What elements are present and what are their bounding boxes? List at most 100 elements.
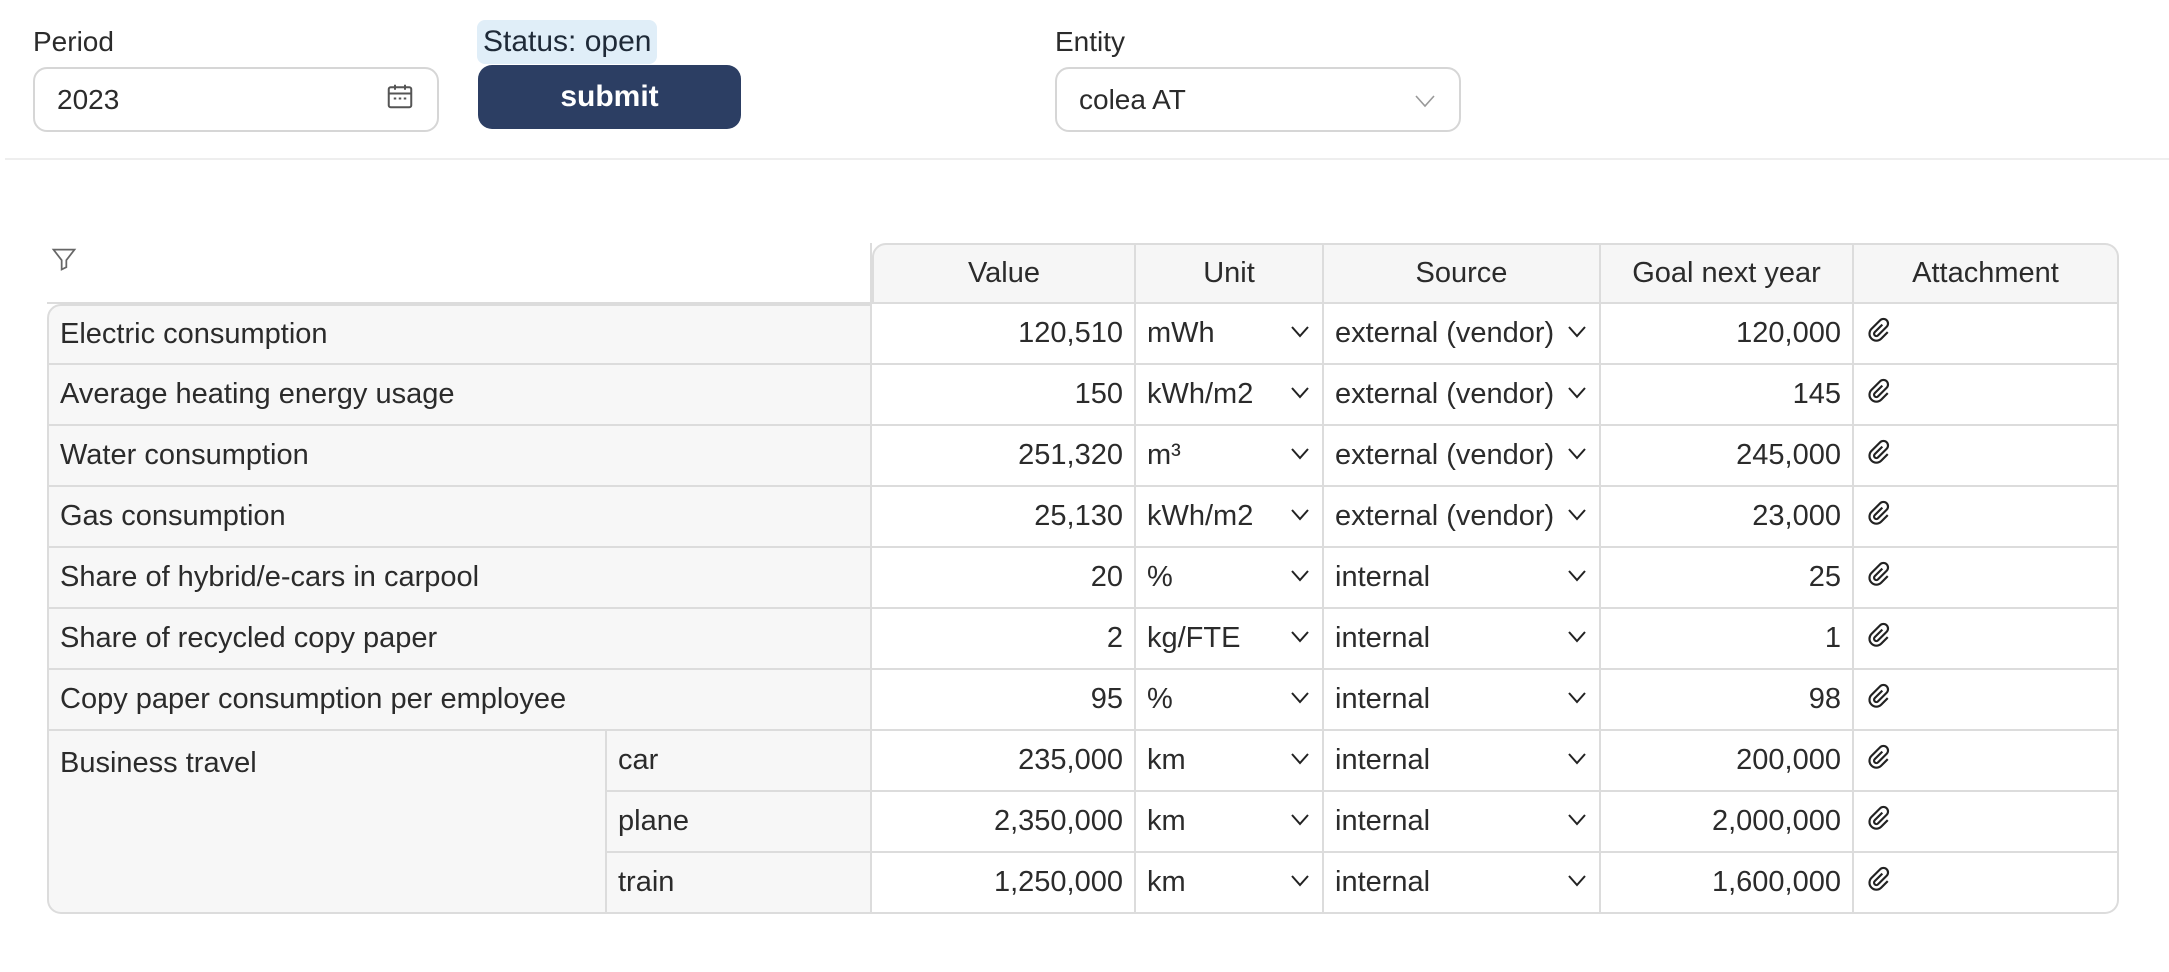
sub-row-name: train <box>607 853 872 914</box>
attachment-cell <box>1854 670 2119 731</box>
paperclip-icon[interactable] <box>1865 317 1891 351</box>
paperclip-icon[interactable] <box>1865 561 1891 595</box>
chevron-down-icon <box>1289 561 1311 594</box>
value-cell[interactable]: 235,000 <box>872 731 1136 792</box>
period-picker[interactable]: 2023 <box>33 67 439 132</box>
attachment-cell <box>1854 487 2119 548</box>
goal-cell[interactable]: 1,600,000 <box>1601 853 1854 914</box>
row-name: Electric consumption <box>47 304 872 365</box>
goal-cell[interactable]: 120,000 <box>1601 304 1854 365</box>
value-cell[interactable]: 2,350,000 <box>872 792 1136 853</box>
value-cell[interactable]: 2 <box>872 609 1136 670</box>
source-value: external (vendor) <box>1335 439 1555 471</box>
unit-value: mWh <box>1147 317 1215 349</box>
header-attachment: Attachment <box>1854 243 2119 304</box>
paperclip-icon[interactable] <box>1865 805 1891 839</box>
value-cell[interactable]: 25,130 <box>872 487 1136 548</box>
chevron-down-icon <box>1289 317 1311 350</box>
goal-cell[interactable]: 245,000 <box>1601 426 1854 487</box>
unit-value: % <box>1147 683 1173 715</box>
header-value: Value <box>872 243 1136 304</box>
unit-select[interactable]: kg/FTE <box>1136 609 1324 670</box>
source-select[interactable]: internal <box>1324 792 1601 853</box>
unit-select[interactable]: km <box>1136 792 1324 853</box>
unit-value: km <box>1147 744 1186 776</box>
filter-icon[interactable] <box>49 248 79 280</box>
value-cell[interactable]: 95 <box>872 670 1136 731</box>
chevron-down-icon <box>1289 622 1311 655</box>
value-cell[interactable]: 120,510 <box>872 304 1136 365</box>
table-row: Copy paper consumption per employee 95 %… <box>47 670 2119 731</box>
source-select[interactable]: internal <box>1324 853 1601 914</box>
attachment-cell <box>1854 548 2119 609</box>
entity-value: colea AT <box>1079 83 1186 115</box>
source-value: external (vendor) <box>1335 378 1555 410</box>
unit-select[interactable]: kWh/m2 <box>1136 487 1324 548</box>
unit-select[interactable]: mWh <box>1136 304 1324 365</box>
chevron-down-icon <box>1566 561 1588 594</box>
table-row: Water consumption 251,320 m³ external (v… <box>47 426 2119 487</box>
row-name: Average heating energy usage <box>47 365 872 426</box>
unit-value: % <box>1147 561 1173 593</box>
group-name: Business travel <box>47 731 607 914</box>
chevron-down-icon <box>1289 866 1311 899</box>
table-row: Electric consumption 120,510 mWh externa… <box>47 304 2119 365</box>
value-cell[interactable]: 251,320 <box>872 426 1136 487</box>
source-value: external (vendor) <box>1335 317 1555 349</box>
value-cell[interactable]: 150 <box>872 365 1136 426</box>
source-select[interactable]: internal <box>1324 670 1601 731</box>
entity-select[interactable]: colea AT <box>1055 67 1461 132</box>
table-row: Business travel car 235,000 km internal … <box>47 731 2119 914</box>
goal-cell[interactable]: 25 <box>1601 548 1854 609</box>
kpi-table: Value Unit Source Goal next year Attachm… <box>47 243 2119 914</box>
chevron-down-icon <box>1566 378 1588 411</box>
attachment-cell <box>1854 365 2119 426</box>
source-select[interactable]: external (vendor) <box>1324 426 1601 487</box>
submit-button[interactable]: submit <box>478 65 741 129</box>
calendar-icon[interactable] <box>385 81 415 118</box>
attachment-cell <box>1854 304 2119 365</box>
sub-row-name: plane <box>607 792 872 853</box>
paperclip-icon[interactable] <box>1865 683 1891 717</box>
unit-select[interactable]: km <box>1136 853 1324 914</box>
paperclip-icon[interactable] <box>1865 866 1891 900</box>
chevron-down-icon <box>1289 500 1311 533</box>
unit-value: km <box>1147 805 1186 837</box>
goal-cell[interactable]: 145 <box>1601 365 1854 426</box>
goal-cell[interactable]: 200,000 <box>1601 731 1854 792</box>
filter-cell <box>47 243 872 304</box>
paperclip-icon[interactable] <box>1865 500 1891 534</box>
goal-cell[interactable]: 98 <box>1601 670 1854 731</box>
source-select[interactable]: internal <box>1324 609 1601 670</box>
source-value: internal <box>1335 683 1431 715</box>
chevron-down-icon <box>1289 683 1311 716</box>
goal-cell[interactable]: 1 <box>1601 609 1854 670</box>
header-source: Source <box>1324 243 1601 304</box>
unit-select[interactable]: km <box>1136 731 1324 792</box>
source-select[interactable]: internal <box>1324 548 1601 609</box>
unit-value: m³ <box>1147 439 1181 471</box>
unit-select[interactable]: % <box>1136 670 1324 731</box>
chevron-down-icon <box>1566 866 1588 899</box>
goal-cell[interactable]: 2,000,000 <box>1601 792 1854 853</box>
source-select[interactable]: external (vendor) <box>1324 304 1601 365</box>
paperclip-icon[interactable] <box>1865 378 1891 412</box>
chevron-down-icon <box>1413 84 1437 116</box>
source-select[interactable]: external (vendor) <box>1324 365 1601 426</box>
attachment-cell <box>1854 853 2119 914</box>
paperclip-icon[interactable] <box>1865 622 1891 656</box>
source-select[interactable]: external (vendor) <box>1324 487 1601 548</box>
paperclip-icon[interactable] <box>1865 439 1891 473</box>
value-cell[interactable]: 1,250,000 <box>872 853 1136 914</box>
unit-select[interactable]: % <box>1136 548 1324 609</box>
unit-select[interactable]: kWh/m2 <box>1136 365 1324 426</box>
paperclip-icon[interactable] <box>1865 744 1891 778</box>
chevron-down-icon <box>1566 744 1588 777</box>
goal-cell[interactable]: 23,000 <box>1601 487 1854 548</box>
table-row: Share of hybrid/e-cars in carpool 20 % i… <box>47 548 2119 609</box>
source-select[interactable]: internal <box>1324 731 1601 792</box>
value-cell[interactable]: 20 <box>872 548 1136 609</box>
unit-select[interactable]: m³ <box>1136 426 1324 487</box>
row-name: Gas consumption <box>47 487 872 548</box>
chevron-down-icon <box>1289 744 1311 777</box>
